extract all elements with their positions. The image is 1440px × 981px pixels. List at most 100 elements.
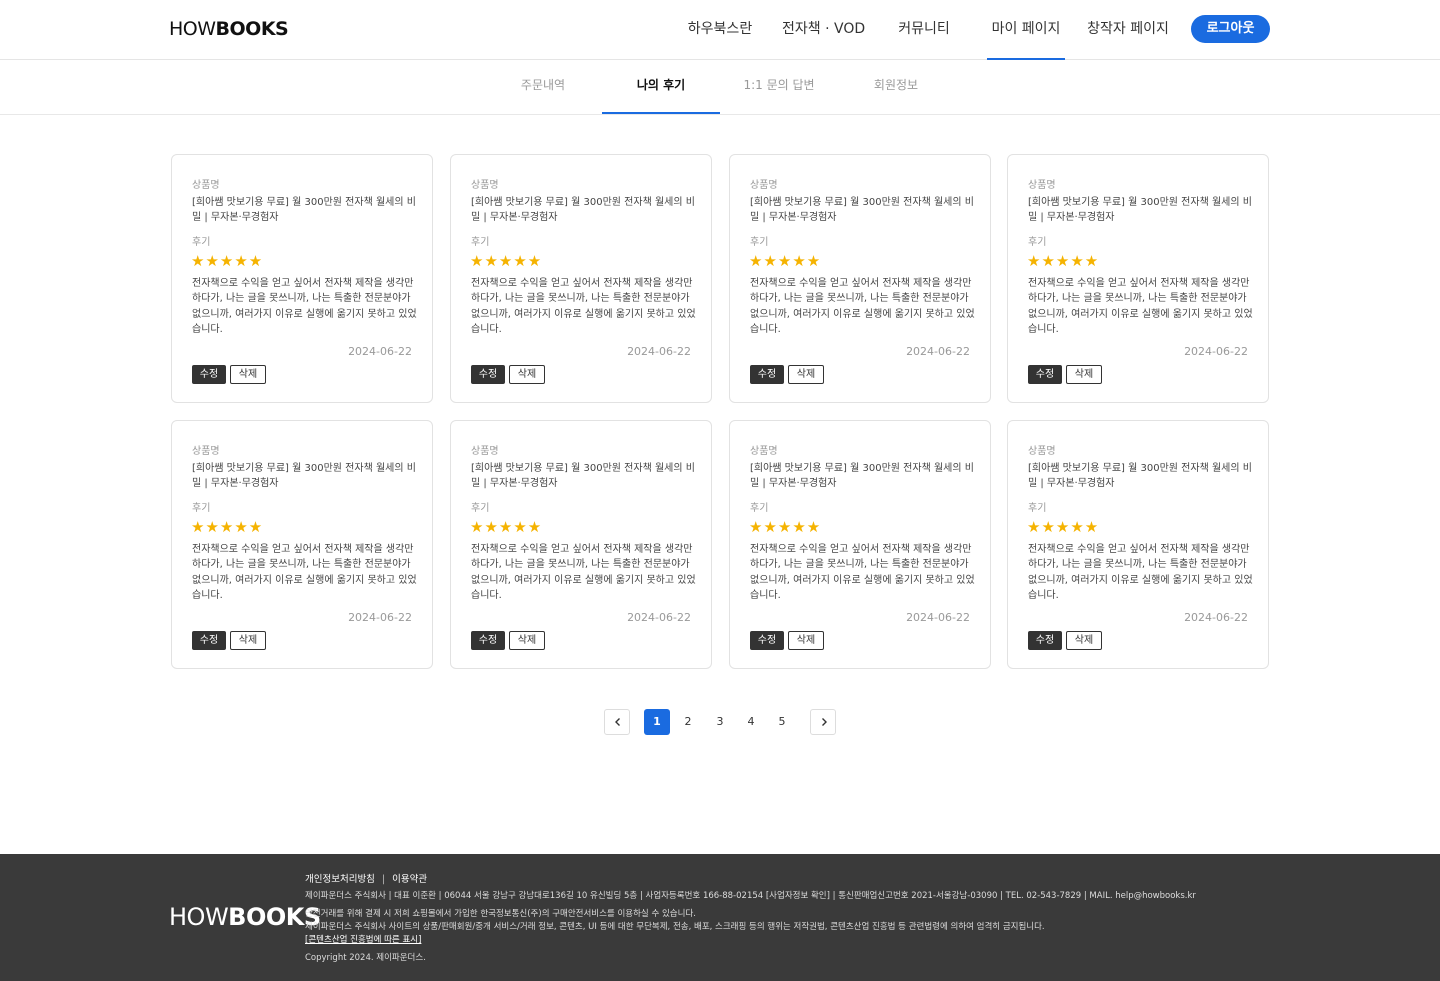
product-name: [희아쌤 맛보기용 무료] 월 300만원 전자책 월세의 비밀 | 무자본·무… xyxy=(192,197,416,223)
delete-button[interactable]: 삭제 xyxy=(509,631,545,650)
star-rating: ★★★★★ xyxy=(470,518,543,536)
company-info: 제이파운더스 주식회사 | 대표 이준환 | 06044 서울 강남구 강남대로… xyxy=(305,891,1196,901)
product-label: 상품명 xyxy=(192,446,220,457)
delete-button[interactable]: 삭제 xyxy=(509,365,545,384)
delete-button[interactable]: 삭제 xyxy=(1066,365,1102,384)
nav-item-about[interactable]: 하우북스란 xyxy=(686,0,754,60)
delete-button[interactable]: 삭제 xyxy=(230,365,266,384)
copyright-text: Copyright 2024. 제이파운더스. xyxy=(305,953,426,963)
product-name: [희아쌤 맛보기용 무료] 월 300만원 전자책 월세의 비밀 | 무자본·무… xyxy=(750,197,974,223)
footer-logo-part1: HOW xyxy=(169,903,229,931)
review-label: 후기 xyxy=(750,503,769,514)
mypage-subnav: 주문내역 나의 후기 1:1 문의 답변 회원정보 xyxy=(0,60,1440,115)
nav-item-ebook-vod[interactable]: 전자책 · VOD xyxy=(782,0,865,60)
nav-item-my-page[interactable]: 마이 페이지 xyxy=(987,0,1065,60)
edit-button[interactable]: 수정 xyxy=(192,631,226,650)
star-rating: ★★★★★ xyxy=(191,252,264,270)
tab-member-info[interactable]: 회원정보 xyxy=(860,60,932,114)
delete-button[interactable]: 삭제 xyxy=(788,365,824,384)
product-name: [희아쌤 맛보기용 무료] 월 300만원 전자책 월세의 비밀 | 무자본·무… xyxy=(471,197,695,223)
product-label: 상품명 xyxy=(750,180,778,191)
product-name: [희아쌤 맛보기용 무료] 월 300만원 전자책 월세의 비밀 | 무자본·무… xyxy=(192,463,416,489)
product-name: [희아쌤 맛보기용 무료] 월 300만원 전자책 월세의 비밀 | 무자본·무… xyxy=(471,463,695,489)
review-label: 후기 xyxy=(471,503,490,514)
privacy-policy-link[interactable]: 개인정보처리방침 xyxy=(305,874,375,885)
copyright-notice: 제이파운더스 주식회사 사이트의 상품/판매회원/중개 서비스/거래 정보, 콘… xyxy=(305,922,1045,932)
product-name: [희아쌤 맛보기용 무료] 월 300만원 전자책 월세의 비밀 | 무자본·무… xyxy=(1028,463,1252,489)
review-card: 상품명 [희아쌤 맛보기용 무료] 월 300만원 전자책 월세의 비밀 | 무… xyxy=(729,154,991,403)
product-label: 상품명 xyxy=(1028,180,1056,191)
top-header: HOWBOOKS 하우북스란 전자책 · VOD 커뮤니티 마이 페이지 창작자… xyxy=(0,0,1440,60)
page-button-5[interactable]: 5 xyxy=(769,709,795,735)
product-label: 상품명 xyxy=(471,446,499,457)
star-rating: ★★★★★ xyxy=(191,518,264,536)
nav-item-community[interactable]: 커뮤니티 xyxy=(896,0,952,60)
logout-button[interactable]: 로그아웃 xyxy=(1191,15,1270,43)
review-date: 2024-06-22 xyxy=(348,345,412,358)
chevron-left-icon xyxy=(615,718,620,726)
review-card: 상품명 [희아쌤 맛보기용 무료] 월 300만원 전자책 월세의 비밀 | 무… xyxy=(171,154,433,403)
footer-link-divider: | xyxy=(381,874,386,885)
review-text: 전자책으로 수익을 얻고 싶어서 전자책 제작을 생각만 하다가, 나는 글을 … xyxy=(750,544,975,601)
pagination: 1 2 3 4 5 xyxy=(0,709,1440,735)
delete-button[interactable]: 삭제 xyxy=(1066,631,1102,650)
review-date: 2024-06-22 xyxy=(348,611,412,624)
product-label: 상품명 xyxy=(192,180,220,191)
page-button-1[interactable]: 1 xyxy=(644,709,670,735)
review-date: 2024-06-22 xyxy=(627,345,691,358)
star-rating: ★★★★★ xyxy=(749,518,822,536)
product-label: 상품명 xyxy=(1028,446,1056,457)
star-rating: ★★★★★ xyxy=(1027,252,1100,270)
edit-button[interactable]: 수정 xyxy=(1028,365,1062,384)
edit-button[interactable]: 수정 xyxy=(750,631,784,650)
review-text: 전자책으로 수익을 얻고 싶어서 전자책 제작을 생각만 하다가, 나는 글을 … xyxy=(1028,278,1253,335)
edit-button[interactable]: 수정 xyxy=(192,365,226,384)
review-card: 상품명 [희아쌤 맛보기용 무료] 월 300만원 전자책 월세의 비밀 | 무… xyxy=(729,420,991,669)
review-text: 전자책으로 수익을 얻고 싶어서 전자책 제작을 생각만 하다가, 나는 글을 … xyxy=(471,278,696,335)
tab-orders[interactable]: 주문내역 xyxy=(505,60,581,114)
review-date: 2024-06-22 xyxy=(627,611,691,624)
review-label: 후기 xyxy=(1028,237,1047,248)
product-name: [희아쌤 맛보기용 무료] 월 300만원 전자책 월세의 비밀 | 무자본·무… xyxy=(750,463,974,489)
product-name: [희아쌤 맛보기용 무료] 월 300만원 전자책 월세의 비밀 | 무자본·무… xyxy=(1028,197,1252,223)
footer-logo: HOWBOOKS xyxy=(169,902,321,932)
tab-inquiry-answers[interactable]: 1:1 문의 답변 xyxy=(738,60,820,114)
edit-button[interactable]: 수정 xyxy=(471,365,505,384)
review-date: 2024-06-22 xyxy=(1184,345,1248,358)
page-button-2[interactable]: 2 xyxy=(675,709,701,735)
edit-button[interactable]: 수정 xyxy=(1028,631,1062,650)
review-card: 상품명 [희아쌤 맛보기용 무료] 월 300만원 전자책 월세의 비밀 | 무… xyxy=(1007,154,1269,403)
review-text: 전자책으로 수익을 얻고 싶어서 전자책 제작을 생각만 하다가, 나는 글을 … xyxy=(192,544,417,601)
review-card: 상품명 [희아쌤 맛보기용 무료] 월 300만원 전자책 월세의 비밀 | 무… xyxy=(450,154,712,403)
review-text: 전자책으로 수익을 얻고 싶어서 전자책 제작을 생각만 하다가, 나는 글을 … xyxy=(750,278,975,335)
star-rating: ★★★★★ xyxy=(470,252,543,270)
edit-button[interactable]: 수정 xyxy=(750,365,784,384)
delete-button[interactable]: 삭제 xyxy=(788,631,824,650)
safety-notice: 안전거래를 위해 결제 시 저희 쇼핑몰에서 가입한 한국정보통신(주)의 구매… xyxy=(305,909,696,919)
review-label: 후기 xyxy=(192,237,211,248)
star-rating: ★★★★★ xyxy=(749,252,822,270)
delete-button[interactable]: 삭제 xyxy=(230,631,266,650)
page-button-4[interactable]: 4 xyxy=(738,709,764,735)
star-rating: ★★★★★ xyxy=(1027,518,1100,536)
nav-item-creator-page[interactable]: 창작자 페이지 xyxy=(1087,0,1169,60)
review-date: 2024-06-22 xyxy=(906,345,970,358)
review-date: 2024-06-22 xyxy=(906,611,970,624)
next-page-button[interactable] xyxy=(810,709,836,735)
product-label: 상품명 xyxy=(750,446,778,457)
terms-link[interactable]: 이용약관 xyxy=(392,874,427,885)
review-card: 상품명 [희아쌤 맛보기용 무료] 월 300만원 전자책 월세의 비밀 | 무… xyxy=(171,420,433,669)
tab-my-reviews[interactable]: 나의 후기 xyxy=(602,60,720,114)
content-law-link[interactable]: [콘텐츠산업 진흥법에 따른 표시] xyxy=(305,934,421,946)
review-label: 후기 xyxy=(750,237,769,248)
review-card: 상품명 [희아쌤 맛보기용 무료] 월 300만원 전자책 월세의 비밀 | 무… xyxy=(450,420,712,669)
prev-page-button[interactable] xyxy=(604,709,630,735)
chevron-right-icon xyxy=(822,718,827,726)
edit-button[interactable]: 수정 xyxy=(471,631,505,650)
page-button-3[interactable]: 3 xyxy=(707,709,733,735)
footer-links: 개인정보처리방침 | 이용약관 xyxy=(305,871,427,885)
review-label: 후기 xyxy=(192,503,211,514)
review-label: 후기 xyxy=(471,237,490,248)
review-card: 상품명 [희아쌤 맛보기용 무료] 월 300만원 전자책 월세의 비밀 | 무… xyxy=(1007,420,1269,669)
site-footer: HOWBOOKS 개인정보처리방침 | 이용약관 제이파운더스 주식회사 | 대표 … xyxy=(0,854,1440,981)
